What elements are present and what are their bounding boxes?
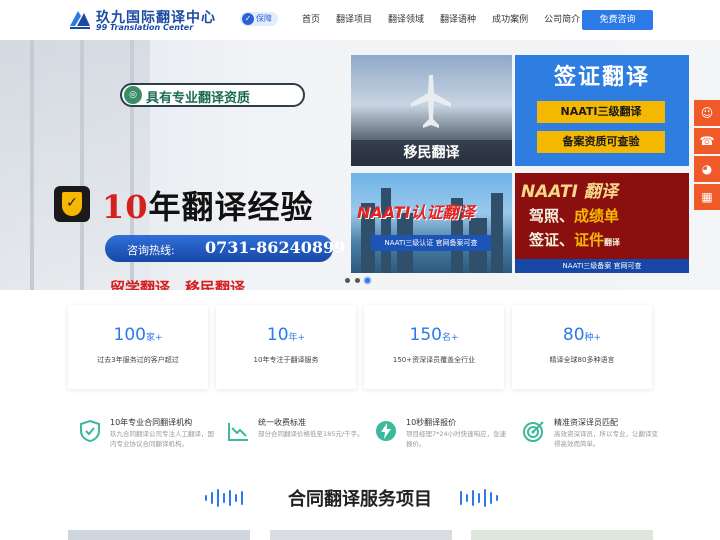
feature-agency: 10年专业合同翻译机构 玖九合同翻译公司专注人工翻译，国内专业协议合同翻译机构。 <box>68 415 218 460</box>
experience-text: 年翻译经验 <box>148 188 314 226</box>
hotline-number: 0731-86240899 <box>205 238 346 257</box>
nav-item-about[interactable]: 公司简介 <box>544 12 580 25</box>
feature-description: 高效资深译员，所以专业，让翻译变得高效而简单。 <box>554 430 658 448</box>
main-nav: 首页 翻译项目 翻译领域 翻译语种 成功案例 公司简介 <box>302 12 596 25</box>
floating-side-toolbar: ☺ ☎ ◕ ▦ <box>694 100 720 212</box>
carousel-dot-3[interactable] <box>365 278 370 283</box>
free-consult-button[interactable]: 免费咨询 <box>582 10 653 30</box>
qualification-text: 具有专业翻译资质 <box>146 91 251 106</box>
carousel-dot-2[interactable] <box>355 278 360 283</box>
logo-mark-icon <box>70 11 90 29</box>
stat-value: 150 <box>409 325 442 345</box>
feature-title: 精准资深译员匹配 <box>554 418 618 427</box>
naati-line-2a: 签证、 <box>529 231 575 249</box>
trend-down-icon <box>228 423 248 441</box>
stat-number: 100家+ <box>68 325 208 345</box>
service-card[interactable] <box>471 530 653 540</box>
stat-unit: 种+ <box>584 333 602 343</box>
naati-certified-title: NAATI认证翻译 <box>357 203 475 222</box>
visa-tile[interactable]: 签证翻译 NAATI三级翻译 备案资质可查验 <box>515 55 689 166</box>
feature-title: 统一收费标准 <box>258 418 306 427</box>
lightning-icon <box>376 421 396 441</box>
naati-docs-line-1: 驾照、成绩单 <box>529 205 619 226</box>
carousel-dot-1[interactable] <box>345 278 350 283</box>
section-title: 合同翻译服务项目 <box>288 489 432 510</box>
immigration-caption: 移民翻译 <box>351 140 512 166</box>
service-card[interactable] <box>270 530 452 540</box>
service-tagline: 留学翻译、移民翻译 <box>110 279 246 290</box>
logo-english-name: 99 Translation Center <box>96 23 194 32</box>
feature-title: 10年专业合同翻译机构 <box>110 418 193 427</box>
visa-title: 签证翻译 <box>553 65 650 90</box>
site-logo[interactable]: 玖九国际翻译中心 99 Translation Center <box>68 6 228 34</box>
nav-item-home[interactable]: 首页 <box>302 12 320 25</box>
feature-matching: 精准资深译员匹配 高效资深译员，所以专业，让翻译变得高效而简单。 <box>512 415 662 460</box>
nav-item-projects[interactable]: 翻译项目 <box>336 12 372 25</box>
qualification-badge: ◎ 具有专业翻译资质 <box>120 83 305 107</box>
naati-translation-tile[interactable]: NAATI 翻译 驾照、成绩单 签证、证件翻译 NAATI三级备案 官网可查 <box>515 173 689 273</box>
stat-card-languages: 80种+ 精译全球80多种语言 <box>512 305 652 389</box>
nav-item-languages[interactable]: 翻译语种 <box>440 12 476 25</box>
hero-banner[interactable]: ◎ 具有专业翻译资质 ✓ 10年翻译经验 咨询热线: 0731-86240899… <box>0 40 720 290</box>
hotline-label: 咨询热线: <box>127 244 175 257</box>
airplane-icon <box>411 75 451 128</box>
naati-translation-title: NAATI 翻译 <box>521 182 618 202</box>
hotline-pill[interactable]: 咨询热线: 0731-86240899 <box>105 235 345 262</box>
naati-line-1b: 成绩单 <box>574 207 620 225</box>
naati-certified-subtitle: NAATI三级认证 官网备案可查 <box>371 235 491 251</box>
experience-headline: 10年翻译经验 <box>102 182 314 228</box>
naati-line-2c: 翻译 <box>604 238 621 247</box>
naati-footnote: NAATI三级备案 官网可查 <box>515 259 689 273</box>
experience-number: 10 <box>102 188 149 226</box>
target-icon <box>523 421 544 442</box>
stat-description: 精译全球80多种语言 <box>549 356 615 364</box>
phone-icon[interactable]: ☎ <box>694 128 720 154</box>
stat-number: 80种+ <box>512 325 652 345</box>
naati-line-2b: 证件 <box>574 231 605 249</box>
nav-item-fields[interactable]: 翻译领域 <box>388 12 424 25</box>
stat-number: 150名+ <box>364 325 504 345</box>
trust-badge-label: 保障 <box>256 14 272 23</box>
stat-value: 10 <box>266 325 289 345</box>
feature-description: 项目经理7*24小时快速响应，急速报价。 <box>406 430 507 448</box>
feature-description: 玖九合同翻译公司专注人工翻译，国内专业协议合同翻译机构。 <box>110 430 214 448</box>
stat-value: 100 <box>113 325 146 345</box>
feature-title: 10秒翻译报价 <box>406 418 457 427</box>
feature-description: 部分合同翻译价格低至185元/千字。 <box>258 430 364 438</box>
visa-pill-naati: NAATI三级翻译 <box>537 101 665 123</box>
wave-decoration-right <box>460 489 502 507</box>
naati-certified-tile[interactable]: NAATI认证翻译 NAATI三级认证 官网备案可查 <box>351 173 512 273</box>
shield-check-icon <box>80 419 100 443</box>
visa-pill-record: 备案资质可查验 <box>537 131 665 153</box>
stat-number: 10年+ <box>216 325 356 345</box>
stat-description: 过去3年服务过的客户超过 <box>97 356 179 364</box>
stat-unit: 名+ <box>441 333 459 343</box>
trust-badge[interactable]: ✓ 保障 <box>240 12 278 26</box>
emblem-icon: ◎ <box>124 86 142 104</box>
stat-value: 80 <box>562 325 585 345</box>
shield-check-icon: ✓ <box>54 186 90 222</box>
carousel-dots <box>345 278 375 283</box>
service-cards-row <box>68 530 653 540</box>
user-icon[interactable]: ☺ <box>694 100 720 126</box>
naati-docs-line-2: 签证、证件翻译 <box>529 229 620 250</box>
nav-item-cases[interactable]: 成功案例 <box>492 12 528 25</box>
stat-description: 10年专注于翻译服务 <box>253 356 319 364</box>
stat-card-translators: 150名+ 150+资深译员覆盖全行业 <box>364 305 504 389</box>
immigration-tile[interactable]: 移民翻译 <box>351 55 512 166</box>
shield-icon: ✓ <box>242 13 254 25</box>
stat-unit: 年+ <box>288 333 306 343</box>
service-card[interactable] <box>68 530 250 540</box>
stat-card-years: 10年+ 10年专注于翻译服务 <box>216 305 356 389</box>
stat-description: 150+资深译员覆盖全行业 <box>392 356 476 364</box>
site-header: 玖九国际翻译中心 99 Translation Center ✓ 保障 首页 翻… <box>0 0 720 40</box>
stat-unit: 家+ <box>145 333 163 343</box>
naati-line-1a: 驾照、 <box>529 207 575 225</box>
feature-pricing: 统一收费标准 部分合同翻译价格低至185元/千字。 <box>216 415 366 460</box>
stat-card-clients: 100家+ 过去3年服务过的客户超过 <box>68 305 208 389</box>
feature-quote: 10秒翻译报价 项目经理7*24小时快速响应，急速报价。 <box>364 415 514 460</box>
qr-icon[interactable]: ▦ <box>694 184 720 210</box>
qq-icon[interactable]: ◕ <box>694 156 720 182</box>
